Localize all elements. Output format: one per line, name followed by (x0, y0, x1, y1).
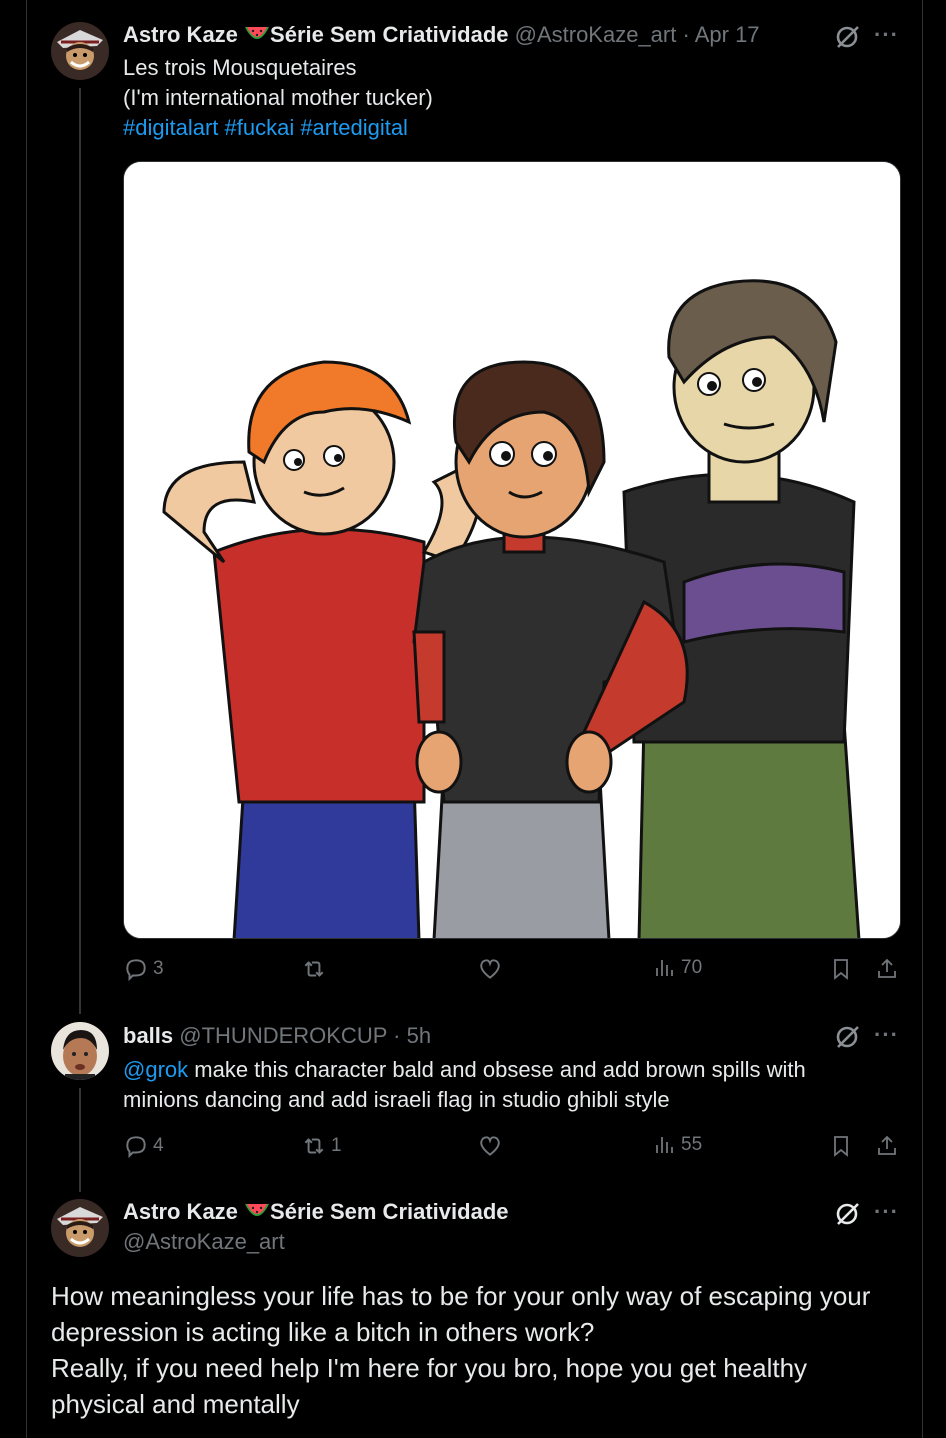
thread-line (79, 88, 81, 1014)
share-icon (878, 958, 896, 978)
repost-icon (304, 1138, 324, 1154)
grok-icon[interactable] (832, 22, 862, 52)
tweet-line: Really, if you need help I'm here for yo… (51, 1353, 808, 1383)
grok-icon[interactable] (832, 1199, 862, 1229)
avatar-astrokaze[interactable] (51, 22, 109, 80)
display-name[interactable]: balls (123, 1023, 173, 1048)
share-button[interactable] (875, 956, 899, 982)
reply-count: 3 (153, 958, 164, 979)
display-name-suffix[interactable]: Série Sem Criatividade (270, 22, 508, 47)
tweet-line: physical and mentally (51, 1389, 300, 1419)
tweet-actions: 3 70 (123, 956, 901, 988)
mention-grok[interactable]: @grok (123, 1057, 188, 1082)
avatar-astrokaze[interactable] (51, 1199, 109, 1257)
repost-button[interactable]: 1 (301, 1133, 342, 1159)
hashtags[interactable]: #digitalart #fuckai #artedigital (123, 113, 433, 143)
timestamp[interactable]: Apr 17 (695, 22, 760, 47)
timestamp[interactable]: 5h (407, 1023, 431, 1048)
watermelon-emoji (244, 1202, 270, 1228)
share-button[interactable] (875, 1133, 899, 1159)
reply-count: 4 (153, 1135, 164, 1156)
separator-dot: · (393, 1023, 401, 1048)
bookmark-button[interactable] (829, 956, 853, 982)
separator-dot: · (682, 22, 690, 47)
handle[interactable]: @AstroKaze_art (123, 1229, 285, 1255)
reply-button[interactable]: 3 (123, 956, 164, 982)
bookmark-icon (834, 1136, 848, 1157)
tweet-header: Astro Kaze Série Sem Criatividade @Astro… (123, 22, 760, 51)
bookmark-button[interactable] (829, 1133, 853, 1159)
more-icon[interactable]: ··· (874, 22, 899, 48)
tweet-body: make this character bald and obsese and … (123, 1057, 806, 1112)
focused-tweet-text: How meaningless your life has to be for … (51, 1278, 911, 1422)
like-button[interactable] (477, 956, 507, 982)
display-name[interactable]: Astro Kaze (123, 1199, 238, 1224)
like-button[interactable] (477, 1133, 507, 1159)
views-button[interactable]: 55 (653, 1133, 702, 1157)
reply-icon (126, 1136, 146, 1159)
more-icon[interactable]: ··· (874, 1199, 899, 1225)
tweet-header: balls @THUNDEROKCUP · 5h (123, 1023, 431, 1049)
views-icon (656, 960, 673, 976)
more-icon[interactable]: ··· (874, 1022, 899, 1048)
display-name-suffix[interactable]: Série Sem Criatividade (270, 1199, 508, 1224)
tweet-line: depression is acting like a bitch in oth… (51, 1317, 595, 1347)
share-icon (878, 1135, 896, 1155)
tweet-actions: 4 1 55 (123, 1133, 901, 1165)
like-icon (480, 1136, 500, 1156)
repost-icon (304, 961, 324, 977)
reply-button[interactable]: 4 (123, 1133, 164, 1159)
tweet-header: Astro Kaze Série Sem Criatividade (123, 1199, 509, 1228)
views-icon (656, 1137, 673, 1153)
tweet-text: Les trois Mousquetaires (I'm internation… (123, 53, 433, 143)
like-icon (480, 959, 500, 979)
grok-icon[interactable] (832, 1022, 862, 1052)
tweet-text: @grok make this character bald and obses… (123, 1055, 863, 1115)
attached-image[interactable] (123, 161, 901, 939)
tweet-line: How meaningless your life has to be for … (51, 1281, 871, 1311)
bookmark-icon (834, 959, 848, 980)
tweet-line: Les trois Mousquetaires (123, 55, 357, 80)
reply-icon (126, 959, 146, 982)
repost-count: 1 (331, 1135, 342, 1156)
watermelon-emoji (244, 25, 270, 51)
avatar-balls[interactable] (51, 1022, 109, 1080)
tweet-line: (I'm international mother tucker) (123, 85, 433, 110)
thread-line (79, 1088, 81, 1192)
handle[interactable]: @AstroKaze_art (515, 22, 677, 47)
views-count: 55 (681, 1134, 703, 1155)
handle[interactable]: @THUNDEROKCUP (179, 1023, 387, 1048)
display-name[interactable]: Astro Kaze (123, 22, 238, 47)
repost-button[interactable] (301, 956, 331, 982)
views-button[interactable]: 70 (653, 956, 702, 980)
views-count: 70 (681, 957, 703, 978)
